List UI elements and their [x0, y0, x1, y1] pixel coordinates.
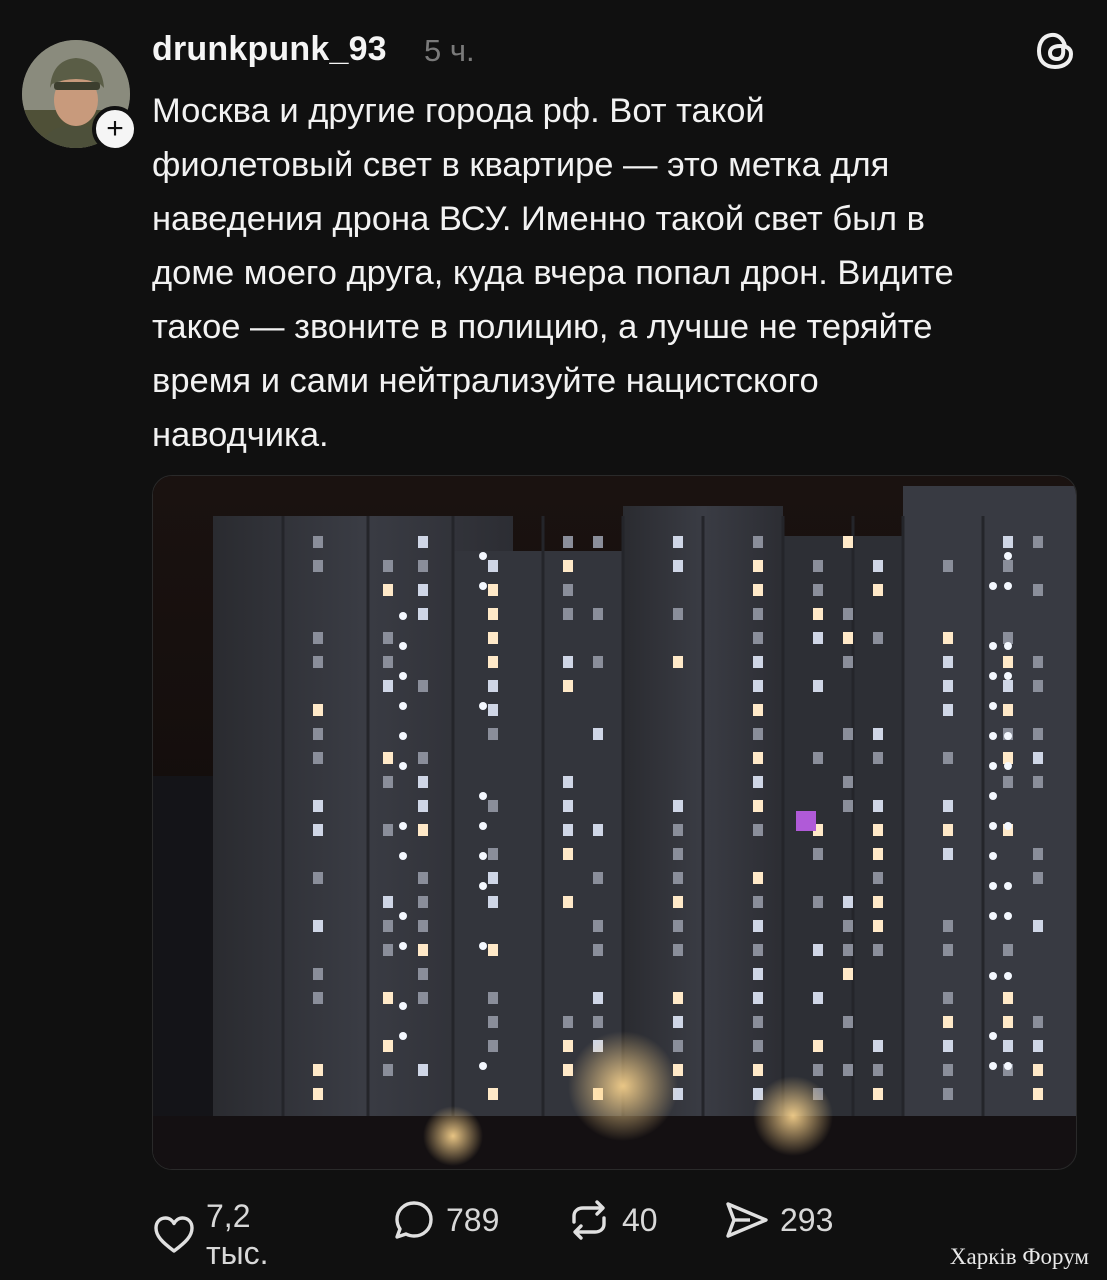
follow-button[interactable]: + [92, 106, 138, 152]
post-photo[interactable] [152, 475, 1077, 1170]
post-time: 5 ч. [424, 33, 475, 68]
repost-icon [572, 1200, 606, 1240]
send-icon [726, 1202, 768, 1238]
share-button[interactable]: 293 [724, 1198, 833, 1242]
username[interactable]: drunkpunk_93 [152, 30, 387, 69]
comment-bubble-icon [395, 1201, 433, 1239]
threads-icon[interactable] [1032, 26, 1080, 74]
heart-icon [154, 1216, 194, 1253]
post-text: Москва и другие города рф. Вот такой фио… [152, 92, 954, 454]
repost-count: 40 [622, 1201, 658, 1238]
watermark: Харків Форум [949, 1244, 1089, 1269]
comment-button[interactable]: 789 [392, 1198, 499, 1242]
building-night-photo [153, 476, 1076, 1169]
comment-count: 789 [446, 1201, 500, 1238]
repost-button[interactable]: 40 [566, 1198, 658, 1242]
like-button[interactable]: 7,2 тыс. [152, 1198, 269, 1272]
like-count: 7,2 тыс. [206, 1198, 269, 1271]
share-count: 293 [780, 1201, 834, 1238]
